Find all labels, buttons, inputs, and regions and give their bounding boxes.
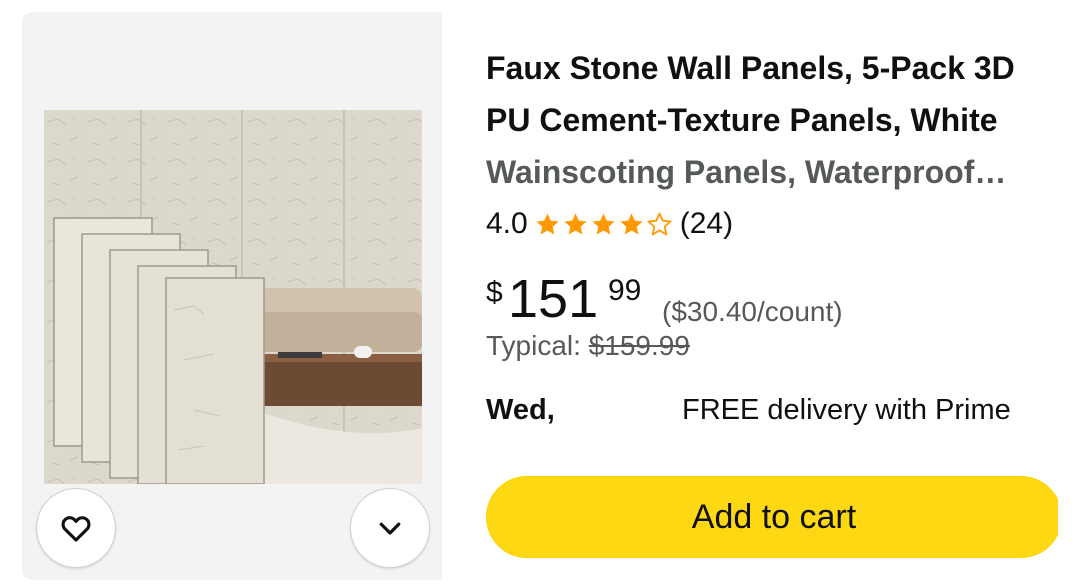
product-details: Faux Stone Wall Panels, 5-Pack 3D PU Cem… bbox=[442, 12, 1058, 580]
star-full-icon bbox=[592, 212, 615, 235]
star-rating bbox=[534, 211, 674, 238]
typical-label: Typical: bbox=[486, 330, 581, 361]
price-currency: $ bbox=[486, 276, 503, 309]
more-options-button[interactable] bbox=[350, 488, 430, 568]
chevron-down-icon bbox=[379, 522, 401, 535]
favorite-button[interactable] bbox=[36, 488, 116, 568]
delivery-day: Wed, bbox=[486, 394, 555, 426]
product-media[interactable] bbox=[22, 12, 442, 580]
typical-price-value: $159.99 bbox=[588, 330, 690, 361]
star-full-icon bbox=[536, 212, 559, 235]
rating-value: 4.0 bbox=[486, 207, 528, 240]
price-whole: 151 bbox=[508, 269, 599, 329]
star-full-icon bbox=[564, 212, 587, 235]
rating-count[interactable]: (24) bbox=[680, 207, 733, 241]
unit-price: ($30.40/count) bbox=[662, 296, 843, 327]
product-card[interactable]: Faux Stone Wall Panels, 5-Pack 3D PU Cem… bbox=[22, 12, 1058, 580]
add-to-cart-button[interactable]: Add to cart bbox=[486, 476, 1058, 558]
delivery-text: FREE delivery with Prime bbox=[682, 394, 1011, 426]
star-empty-icon bbox=[647, 212, 672, 235]
product-title-line[interactable]: Wainscoting Panels, Waterproof… bbox=[486, 146, 1046, 198]
heart-icon bbox=[61, 516, 91, 542]
rating-row[interactable]: 4.0 (24) bbox=[486, 204, 733, 244]
star-full-icon bbox=[620, 212, 643, 235]
product-title[interactable]: Faux Stone Wall Panels, 5-Pack 3D PU Cem… bbox=[486, 42, 1046, 198]
typical-price: Typical: $159.99 bbox=[486, 330, 690, 362]
product-title-line[interactable]: Faux Stone Wall Panels, 5-Pack 3D bbox=[486, 42, 1046, 94]
product-image[interactable] bbox=[44, 110, 422, 484]
price-fraction: 99 bbox=[608, 274, 642, 307]
product-title-line[interactable]: PU Cement-Texture Panels, White bbox=[486, 94, 1046, 146]
